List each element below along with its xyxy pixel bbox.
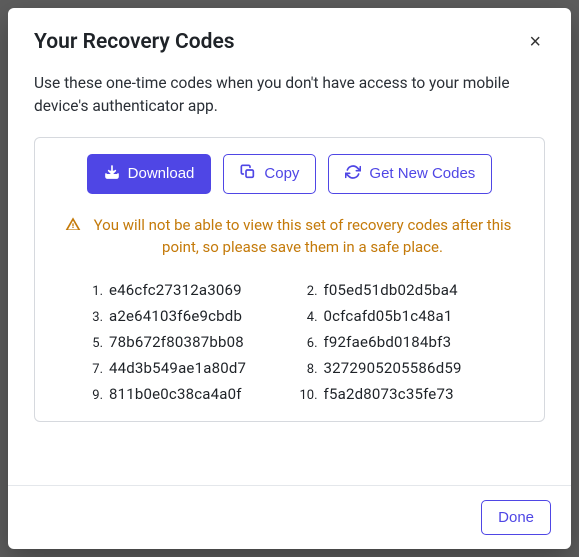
code-index: 10. [300, 388, 318, 403]
copy-button[interactable]: Copy [223, 154, 316, 194]
code-index: 4. [300, 310, 318, 325]
code-index: 1. [85, 284, 103, 299]
code-item: 4. 0cfcafd05b1c48a1 [300, 307, 495, 325]
modal-body: Use these one-time codes when you don't … [8, 62, 571, 485]
code-value: f5a2d8073c35fe73 [324, 385, 454, 403]
code-index: 2. [300, 284, 318, 299]
get-new-codes-button[interactable]: Get New Codes [328, 154, 492, 194]
code-value: f05ed51db02d5ba4 [324, 281, 458, 299]
codes-list: 1. e46cfc27312a3069 2. f05ed51db02d5ba4 3. a2… [55, 281, 524, 403]
warning-icon [65, 216, 81, 239]
recovery-codes-modal: Your Recovery Codes × Use these one-time… [8, 8, 571, 549]
modal-header: Your Recovery Codes × [8, 8, 571, 62]
code-item: 2. f05ed51db02d5ba4 [300, 281, 495, 299]
code-value: f92fae6bd0184bf3 [324, 333, 452, 351]
code-index: 9. [85, 388, 103, 403]
copy-label: Copy [264, 165, 299, 182]
code-index: 5. [85, 336, 103, 351]
warning-text: You will not be able to view this set of… [91, 214, 514, 259]
modal-title: Your Recovery Codes [34, 30, 235, 54]
code-value: 811b0e0c38ca4a0f [109, 385, 242, 403]
instructions-text: Use these one-time codes when you don't … [34, 72, 545, 119]
code-item: 10. f5a2d8073c35fe73 [300, 385, 495, 403]
code-item: 9. 811b0e0c38ca4a0f [85, 385, 280, 403]
done-button[interactable]: Done [481, 500, 551, 535]
code-item: 1. e46cfc27312a3069 [85, 281, 280, 299]
code-value: 0cfcafd05b1c48a1 [324, 307, 453, 325]
download-icon [104, 164, 120, 184]
code-item: 5. 78b672f80387bb08 [85, 333, 280, 351]
code-value: a2e64103f6e9cbdb [109, 307, 242, 325]
close-button[interactable]: × [525, 30, 545, 54]
code-value: e46cfc27312a3069 [109, 281, 242, 299]
refresh-icon [345, 164, 361, 184]
code-index: 7. [85, 362, 103, 377]
copy-icon [240, 164, 256, 184]
codes-card: Download Copy Get New Codes [34, 137, 545, 422]
code-value: 3272905205586d59 [324, 359, 462, 377]
code-index: 6. [300, 336, 318, 351]
code-value: 78b672f80387bb08 [109, 333, 244, 351]
download-button[interactable]: Download [87, 154, 212, 194]
code-item: 3. a2e64103f6e9cbdb [85, 307, 280, 325]
code-index: 3. [85, 310, 103, 325]
modal-footer: Done [8, 485, 571, 549]
done-label: Done [498, 509, 534, 526]
code-item: 8. 3272905205586d59 [300, 359, 495, 377]
code-item: 6. f92fae6bd0184bf3 [300, 333, 495, 351]
download-label: Download [128, 165, 195, 182]
get-new-label: Get New Codes [369, 165, 475, 182]
code-value: 44d3b549ae1a80d7 [109, 359, 246, 377]
warning-message: You will not be able to view this set of… [65, 214, 514, 259]
code-index: 8. [300, 362, 318, 377]
close-icon: × [529, 31, 541, 53]
code-item: 7. 44d3b549ae1a80d7 [85, 359, 280, 377]
action-buttons: Download Copy Get New Codes [55, 154, 524, 194]
